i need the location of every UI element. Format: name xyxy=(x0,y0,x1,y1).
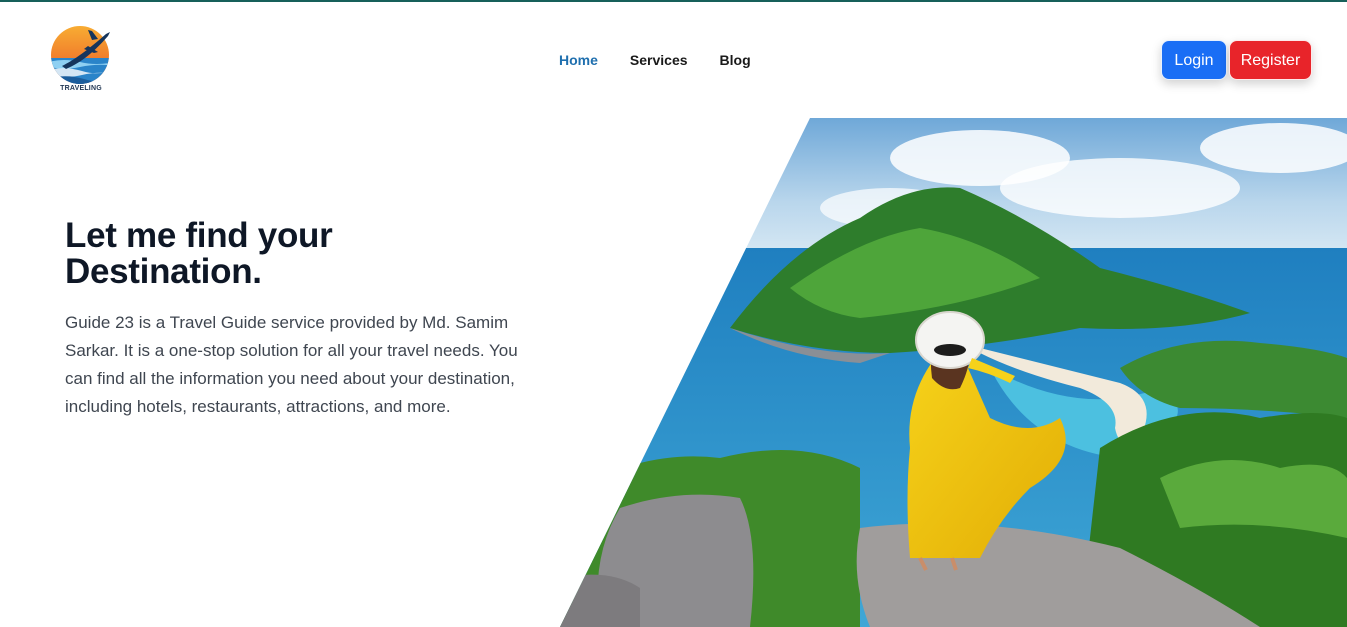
nav-blog[interactable]: Blog xyxy=(720,51,751,69)
airplane-sunset-icon xyxy=(51,26,110,84)
nav-services[interactable]: Services xyxy=(630,51,688,69)
main-nav: Home Services Blog xyxy=(559,51,751,69)
hero-image xyxy=(560,118,1347,627)
top-border xyxy=(0,0,1347,2)
register-button[interactable]: Register xyxy=(1229,40,1312,80)
nav-home[interactable]: Home xyxy=(559,51,598,69)
logo-text: TRAVELING xyxy=(60,85,102,92)
hero-title: Let me find your Destination. xyxy=(65,216,333,291)
login-button[interactable]: Login xyxy=(1161,40,1227,80)
brand-logo[interactable]: TRAVELING xyxy=(48,22,116,98)
hero-description: Guide 23 is a Travel Guide service provi… xyxy=(65,313,518,416)
